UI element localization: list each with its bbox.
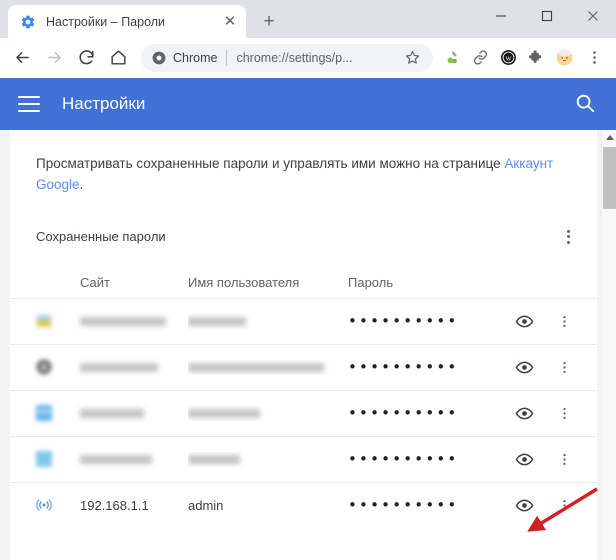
site-favicon <box>36 405 52 422</box>
row-password-cell: •••••••••• <box>348 449 501 468</box>
passwords-info-text: Просматривать сохраненные пароли и управ… <box>10 130 597 196</box>
maximize-button[interactable] <box>524 0 570 32</box>
saved-passwords-section-header: Сохраненные пароли <box>10 196 597 250</box>
row-menu-icon[interactable] <box>547 314 581 329</box>
page-title: Настройки <box>62 94 146 113</box>
row-site-cell <box>36 359 188 375</box>
forward-button[interactable] <box>39 43 69 73</box>
row-username-cell <box>188 452 348 467</box>
password-mask: •••••••••• <box>348 495 459 514</box>
back-button[interactable] <box>7 43 37 73</box>
row-menu-icon[interactable] <box>547 406 581 421</box>
row-username-cell: admin <box>188 497 224 513</box>
row-site-cell <box>36 313 188 330</box>
passwords-card: Просматривать сохраненные пароли и управ… <box>10 130 597 560</box>
row-menu-icon[interactable] <box>547 452 581 467</box>
password-mask: •••••••••• <box>348 403 459 422</box>
table-row[interactable]: •••••••••• <box>10 389 597 436</box>
page-scrollbar[interactable] <box>601 130 616 560</box>
star-icon[interactable] <box>404 49 422 67</box>
column-header-username: Имя пользователя <box>188 275 300 291</box>
show-password-eye-icon[interactable] <box>501 496 547 515</box>
table-header-row: Сайт Имя пользователя Пароль <box>10 268 597 298</box>
extension-icon-green[interactable] <box>439 45 465 71</box>
settings-content: Просматривать сохраненные пароли и управ… <box>0 130 616 560</box>
close-tab-icon[interactable]: ✕ <box>220 12 240 32</box>
browser-window: Настройки – Пароли ✕ + Chrome chrome://s… <box>0 0 616 560</box>
home-button[interactable] <box>103 43 133 73</box>
row-username-cell <box>188 360 348 375</box>
w-badge-icon[interactable]: W <box>495 45 521 71</box>
scrollbar-up-arrow[interactable] <box>602 130 616 145</box>
row-site-cell <box>36 405 188 422</box>
new-tab-button[interactable]: + <box>255 7 283 35</box>
show-password-eye-icon[interactable] <box>501 404 547 423</box>
username-redacted <box>188 454 240 464</box>
site-favicon <box>36 451 52 468</box>
close-window-button[interactable] <box>570 0 616 32</box>
row-site-cell: 192.168.1.1 <box>36 497 188 513</box>
password-mask: •••••••••• <box>348 311 459 330</box>
gear-icon <box>20 14 36 30</box>
settings-header: Настройки <box>0 78 616 130</box>
row-menu-icon[interactable] <box>547 498 581 513</box>
saved-passwords-menu-icon[interactable] <box>555 224 581 250</box>
search-icon[interactable] <box>574 92 598 116</box>
omnibox-url: chrome://settings/p... <box>236 50 353 65</box>
username-redacted <box>188 408 260 418</box>
password-mask: •••••••••• <box>348 357 459 376</box>
site-name-redacted <box>80 408 144 418</box>
show-password-eye-icon[interactable] <box>501 312 547 331</box>
tab-title: Настройки – Пароли <box>46 14 166 29</box>
browser-menu-button[interactable] <box>579 43 609 73</box>
info-text-after: . <box>79 176 84 192</box>
username-redacted <box>188 362 324 372</box>
column-header-password: Пароль <box>348 275 394 291</box>
row-username-cell <box>188 406 348 421</box>
scrollbar-thumb[interactable] <box>603 147 616 209</box>
table-row[interactable]: •••••••••• <box>10 297 597 344</box>
show-password-eye-icon[interactable] <box>501 358 547 377</box>
site-name-redacted <box>80 454 152 464</box>
reload-button[interactable] <box>71 43 101 73</box>
site-favicon <box>36 313 52 330</box>
site-name-redacted <box>80 362 158 372</box>
passwords-table: Сайт Имя пользователя Пароль •••••••••• … <box>10 268 597 528</box>
hamburger-icon[interactable] <box>18 96 40 112</box>
wifi-router-icon <box>36 497 52 513</box>
info-text-before: Просматривать сохраненные пароли и управ… <box>36 156 505 171</box>
table-row[interactable]: •••••••••• <box>10 343 597 390</box>
row-password-cell: •••••••••• <box>348 495 501 514</box>
table-row-router[interactable]: 192.168.1.1 admin •••••••••• <box>10 481 597 528</box>
row-site-cell <box>36 451 188 468</box>
row-password-cell: •••••••••• <box>348 403 501 422</box>
saved-passwords-title: Сохраненные пароли <box>36 229 166 245</box>
window-controls <box>478 0 616 32</box>
username-redacted <box>188 316 246 326</box>
title-bar: Настройки – Пароли ✕ + <box>0 0 616 38</box>
column-header-site: Сайт <box>80 275 110 291</box>
puzzle-icon[interactable] <box>523 45 549 71</box>
site-favicon <box>36 359 52 375</box>
omnibox-chip-label: Chrome <box>173 50 218 65</box>
profile-avatar[interactable] <box>551 45 577 71</box>
site-name-redacted <box>80 316 166 326</box>
table-row[interactable]: •••••••••• <box>10 435 597 482</box>
browser-tab[interactable]: Настройки – Пароли ✕ <box>8 5 246 38</box>
omnibox-divider <box>226 49 228 66</box>
site-name: 192.168.1.1 <box>80 497 149 513</box>
minimize-button[interactable] <box>478 0 524 32</box>
row-password-cell: •••••••••• <box>348 311 501 330</box>
row-password-cell: •••••••••• <box>348 357 501 376</box>
show-password-eye-icon[interactable] <box>501 450 547 469</box>
row-username-cell <box>188 314 348 329</box>
password-mask: •••••••••• <box>348 449 459 468</box>
link-icon[interactable] <box>467 45 493 71</box>
row-menu-icon[interactable] <box>547 360 581 375</box>
browser-toolbar: Chrome chrome://settings/p... W <box>0 38 616 78</box>
address-bar[interactable]: Chrome chrome://settings/p... <box>141 43 433 72</box>
chrome-icon <box>152 51 166 65</box>
svg-text:W: W <box>505 55 511 62</box>
